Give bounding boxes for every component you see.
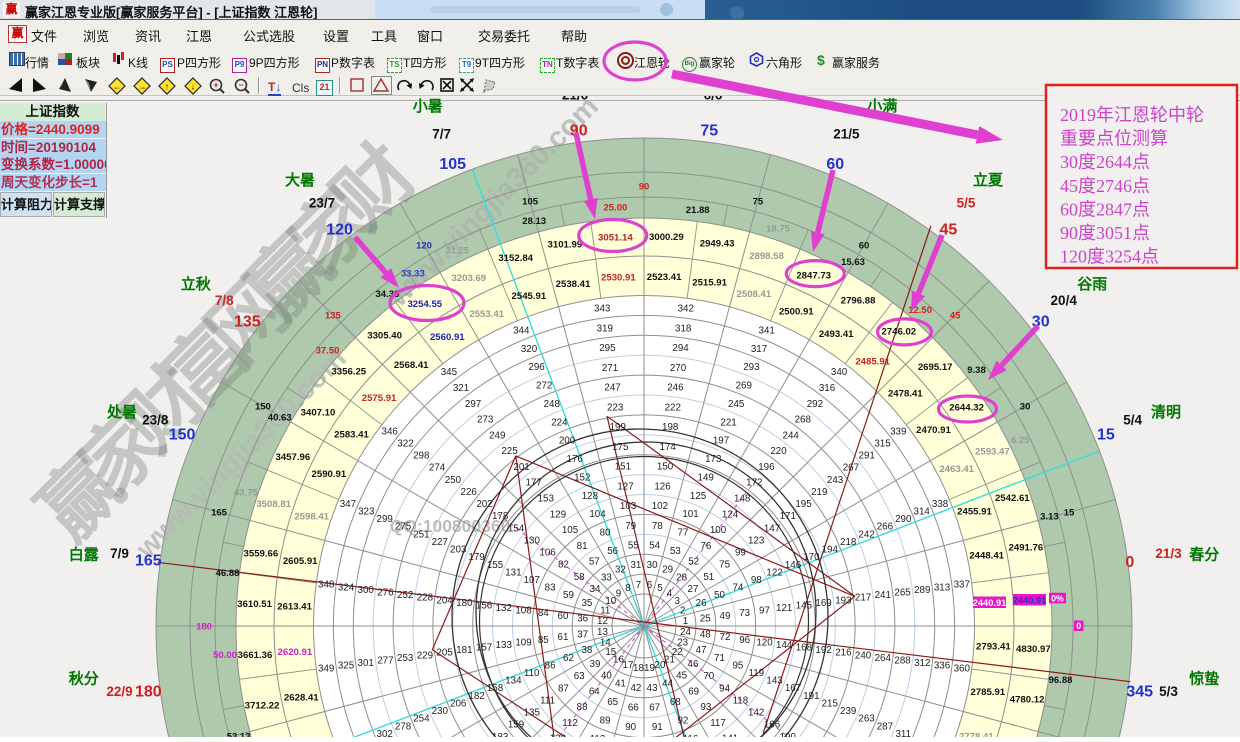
svg-text:2019年江恩轮中轮: 2019年江恩轮中轮: [1060, 105, 1204, 125]
svg-text:重要点位测算: 重要点位测算: [1060, 129, 1168, 149]
svg-text:90度3051点: 90度3051点: [1060, 223, 1150, 243]
svg-text:60度2847点: 60度2847点: [1060, 199, 1150, 219]
svg-text:120度3254点: 120度3254点: [1060, 247, 1159, 267]
svg-text:45度2746点: 45度2746点: [1060, 176, 1150, 196]
svg-text:30度2644点: 30度2644点: [1060, 152, 1150, 172]
